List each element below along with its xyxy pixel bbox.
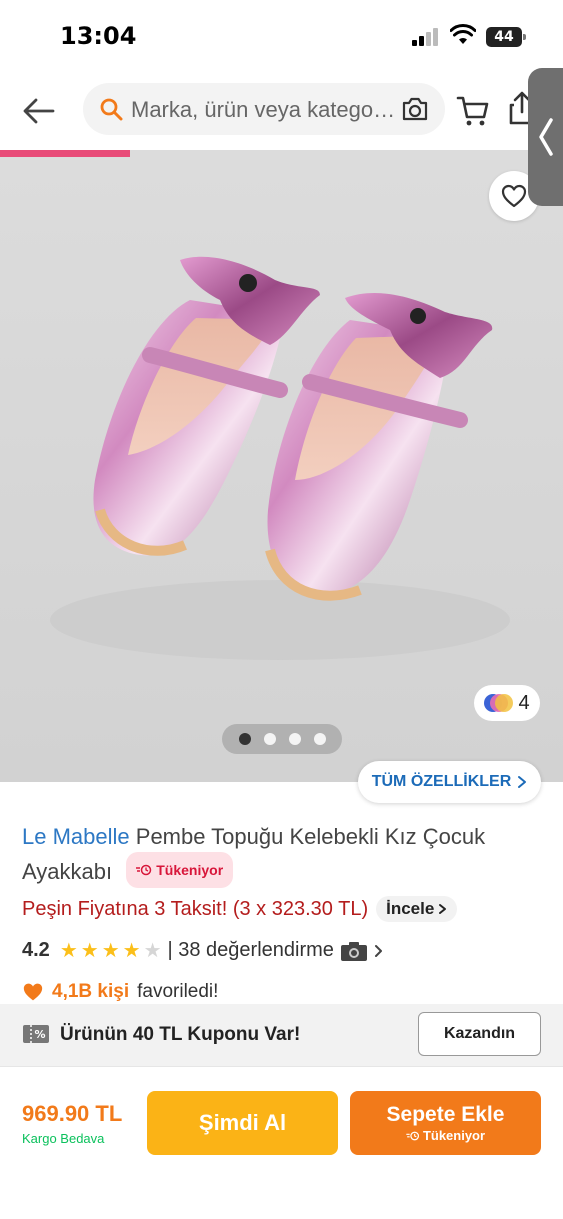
color-variants-button[interactable]: 4: [474, 685, 540, 721]
product-image-gallery[interactable]: 4: [0, 150, 563, 782]
pagination-dot[interactable]: [238, 733, 251, 745]
checkout-bar: 969.90 TL Kargo Bedava Şimdi Al Sepete E…: [0, 1066, 563, 1219]
photo-camera-icon: [340, 941, 367, 961]
star-icon: ★: [101, 939, 120, 962]
heart-filled-icon: [23, 983, 43, 1001]
wifi-icon: [450, 24, 476, 44]
pagination-dot[interactable]: [288, 733, 301, 745]
installment-details-link[interactable]: İncele: [376, 896, 458, 922]
installment-text: Peşin Fiyatına 3 Taksit! (3 x 323.30 TL): [22, 897, 369, 920]
rating-value: 4.2: [22, 939, 50, 961]
stock-badge-label: Tükeniyor: [156, 862, 224, 878]
color-dots-icon: [484, 694, 514, 712]
product-title: Le Mabelle Pembe Topuğu Kelebekli Kız Ço…: [22, 822, 542, 888]
stock-badge: Tükeniyor: [126, 852, 234, 888]
rating-row[interactable]: 4.2 ★ ★ ★ ★ ★ | 38 değerlendirme: [22, 939, 383, 962]
brand-link[interactable]: Le Mabelle: [22, 824, 130, 849]
chevron-right-icon: [518, 776, 527, 788]
heart-icon: [501, 184, 527, 208]
cart-icon[interactable]: [456, 94, 490, 128]
star-icon: ★: [59, 939, 78, 962]
side-drawer-tab[interactable]: [528, 68, 563, 206]
product-image: [50, 256, 510, 660]
gallery-pagination: [222, 724, 342, 754]
back-arrow-icon: [23, 98, 55, 124]
status-time: 13:04: [60, 22, 137, 50]
pagination-dot[interactable]: [263, 733, 276, 745]
pagination-dot[interactable]: [313, 733, 326, 745]
back-button[interactable]: [20, 92, 58, 130]
all-features-label: TÜM ÖZELLİKLER: [371, 773, 512, 790]
coupon-text: Ürünün 40 TL Kuponu Var!: [60, 1024, 301, 1045]
page-progress-strip: [0, 150, 130, 157]
star-icon: ★: [122, 939, 141, 962]
favorites-row: 4,1B kişi favoriledi!: [22, 981, 218, 1003]
chevron-left-icon: [538, 118, 553, 156]
search-input[interactable]: Marka, ürün veya katego…: [83, 83, 445, 135]
chevron-right-icon: [439, 904, 447, 914]
free-shipping-label: Kargo Bedava: [22, 1131, 105, 1146]
favorites-count: 4,1B kişi: [52, 981, 130, 1002]
product-price: 969.90 TL: [22, 1101, 123, 1126]
star-icon: ★: [80, 939, 99, 962]
installment-row: Peşin Fiyatına 3 Taksit! (3 x 323.30 TL)…: [22, 896, 458, 922]
clock-fast-icon: [136, 864, 152, 876]
all-features-button[interactable]: TÜM ÖZELLİKLER: [358, 761, 541, 803]
top-nav: Marka, ürün veya katego…: [0, 72, 563, 150]
camera-icon[interactable]: [401, 96, 429, 122]
status-bar: 13:04 44: [0, 0, 563, 72]
add-to-cart-button[interactable]: Sepete Ekle Tükeniyor: [350, 1091, 541, 1155]
signal-icon: [412, 28, 440, 46]
variant-count: 4: [518, 691, 530, 714]
favorites-label: favoriledi!: [137, 981, 219, 1002]
coupon-icon: %: [23, 1025, 49, 1043]
add-to-cart-sub: Tükeniyor: [406, 1128, 485, 1143]
search-placeholder: Marka, ürün veya katego…: [131, 97, 396, 122]
buy-now-button[interactable]: Şimdi Al: [147, 1091, 338, 1155]
search-icon: [100, 98, 123, 121]
chevron-right-icon: [374, 944, 382, 957]
add-to-cart-label: Sepete Ekle: [386, 1103, 505, 1126]
review-count: | 38 değerlendirme: [167, 939, 334, 961]
rating-stars: ★ ★ ★ ★ ★: [60, 941, 162, 961]
coupon-claimed-button[interactable]: Kazandın: [418, 1012, 541, 1056]
coupon-bar: % Ürünün 40 TL Kuponu Var! Kazandın: [0, 1004, 563, 1066]
star-icon: ★: [143, 939, 162, 962]
svg-text:%: %: [34, 1028, 45, 1041]
clock-fast-icon: [406, 1131, 419, 1140]
battery-icon: 44: [486, 27, 526, 47]
add-to-cart-sub-label: Tükeniyor: [422, 1128, 486, 1143]
installment-link-label: İncele: [386, 899, 435, 918]
